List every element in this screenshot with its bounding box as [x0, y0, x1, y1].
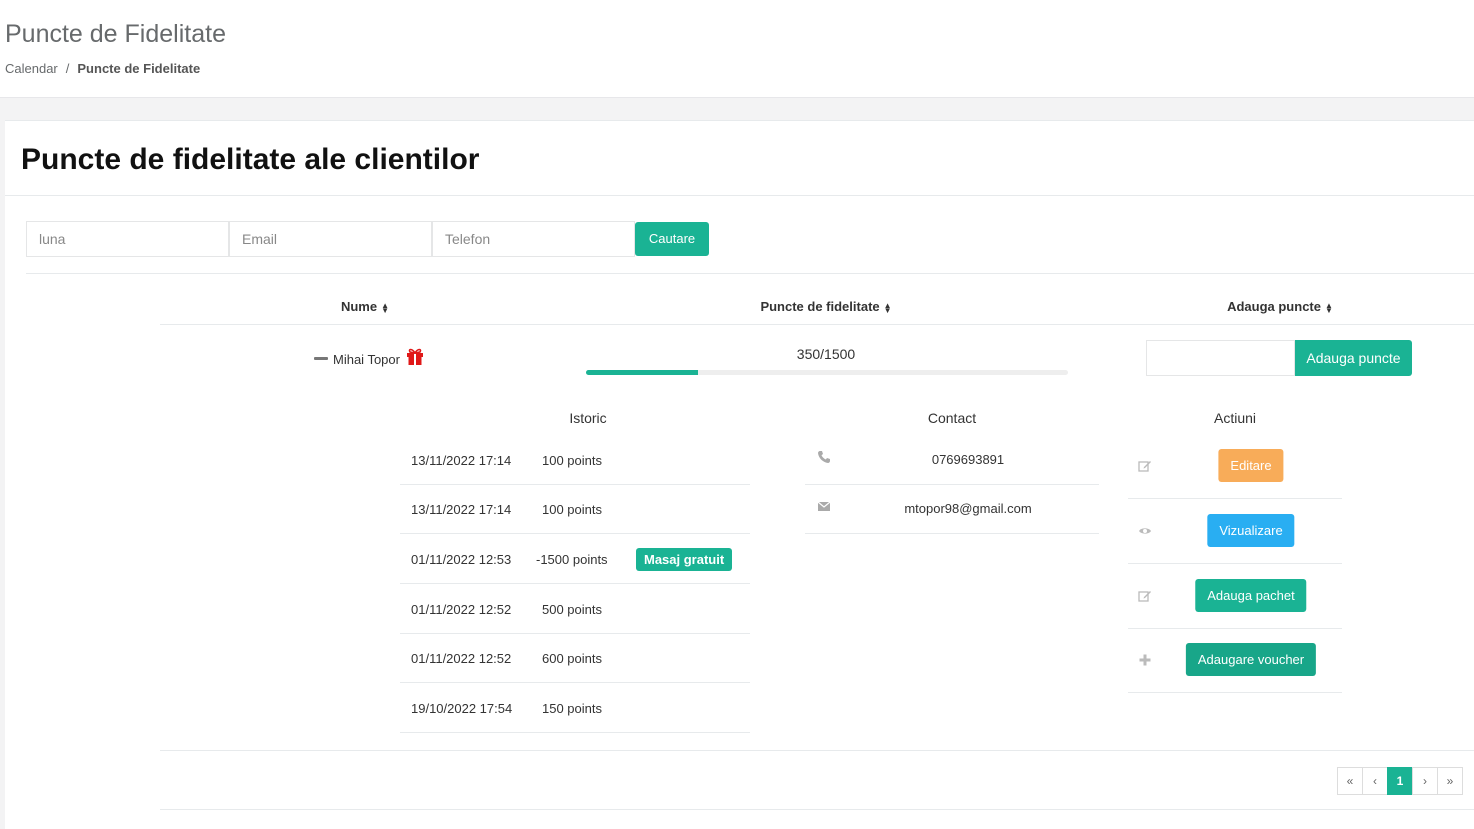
divider: [160, 809, 1474, 810]
add-voucher-button[interactable]: Adaugare voucher: [1185, 643, 1317, 676]
envelope-icon: [817, 501, 831, 511]
history-date: 19/10/2022 17:54: [411, 701, 513, 716]
edit-button[interactable]: Editare: [1218, 449, 1284, 482]
history-date: 13/11/2022 17:14: [411, 453, 512, 468]
actions-title: Actiuni: [1213, 410, 1257, 426]
history-date: 01/11/2022 12:52: [411, 651, 512, 666]
divider: [160, 750, 1474, 751]
history-row: 01/11/2022 12:53 -1500 points Masaj grat…: [400, 535, 750, 584]
history-row: 13/11/2022 17:14 100 points: [400, 485, 750, 534]
points-progress-fill: [586, 370, 699, 375]
history-row: 19/10/2022 17:54 150 points: [400, 684, 750, 733]
breadcrumb-calendar-link[interactable]: Calendar: [5, 61, 58, 76]
month-input[interactable]: [26, 221, 229, 257]
divider: [160, 324, 1474, 325]
add-points-button[interactable]: Adauga puncte: [1295, 340, 1412, 376]
history-points: 100 points: [542, 453, 602, 468]
sort-icon: ▲ ▼: [381, 300, 390, 315]
edit-icon: [1138, 461, 1151, 472]
history-points: 100 points: [542, 502, 602, 517]
pagination: « ‹ 1 › »: [1337, 767, 1463, 795]
action-row-view: Vizualizare: [1128, 499, 1342, 564]
page-first-button[interactable]: «: [1337, 767, 1363, 795]
breadcrumb-separator: /: [65, 61, 70, 76]
add-package-button[interactable]: Adauga pachet: [1195, 579, 1307, 612]
page-1-button[interactable]: 1: [1387, 767, 1413, 795]
view-button[interactable]: Vizualizare: [1207, 514, 1295, 547]
collapse-icon[interactable]: [314, 357, 328, 360]
history-row: 01/11/2022 12:52 600 points: [400, 634, 750, 683]
search-button[interactable]: Cautare: [635, 222, 709, 256]
history-points: 500 points: [542, 602, 602, 617]
email-input[interactable]: [229, 221, 432, 257]
divider: [5, 195, 1474, 196]
breadcrumb-current: Puncte de Fidelitate: [77, 61, 201, 76]
divider: [26, 273, 1474, 274]
phone-icon: [818, 451, 830, 463]
column-header-name[interactable]: Nume ▲ ▼: [341, 299, 389, 314]
contact-email-row: mtopor98@gmail.com: [805, 485, 1099, 534]
action-row-edit: Editare: [1128, 434, 1342, 499]
loyalty-card: Puncte de fidelitate ale clientilor Caut…: [5, 120, 1474, 829]
edit-icon: [1138, 591, 1151, 602]
action-row-add-package: Adauga pachet: [1128, 564, 1342, 629]
eye-icon: [1139, 528, 1151, 534]
history-title: Istoric: [569, 410, 607, 426]
points-progress-bar: [586, 370, 1068, 375]
contact-email: mtopor98@gmail.com: [904, 501, 1032, 516]
points-value: 350/1500: [796, 346, 856, 362]
reward-badge: Masaj gratuit: [636, 548, 733, 571]
history-points: -1500 points: [536, 552, 608, 567]
history-row: 01/11/2022 12:52 500 points: [400, 585, 750, 634]
contact-phone-row: 0769693891: [805, 436, 1099, 485]
page-title: Puncte de Fidelitate: [5, 20, 226, 48]
history-date: 13/11/2022 17:14: [411, 502, 512, 517]
history-date: 01/11/2022 12:53: [411, 552, 512, 567]
contact-title: Contact: [927, 410, 977, 426]
sort-icon: ▲ ▼: [1324, 300, 1333, 315]
history-date: 01/11/2022 12:52: [411, 602, 512, 617]
gift-icon: [407, 348, 423, 365]
history-points: 150 points: [542, 701, 602, 716]
action-row-add-voucher: Adaugare voucher: [1128, 628, 1342, 693]
history-row: 13/11/2022 17:14 100 points: [400, 436, 750, 485]
breadcrumb: Calendar / Puncte de Fidelitate: [5, 61, 200, 76]
sort-icon: ▲ ▼: [883, 300, 892, 315]
history-points: 600 points: [542, 651, 602, 666]
column-header-points[interactable]: Puncte de fidelitate ▲ ▼: [760, 299, 891, 314]
page-prev-button[interactable]: ‹: [1362, 767, 1388, 795]
page-next-button[interactable]: ›: [1412, 767, 1438, 795]
column-header-add-points[interactable]: Adauga puncte ▲ ▼: [1227, 299, 1333, 314]
page-header: Puncte de Fidelitate Calendar / Puncte de …: [0, 0, 1474, 98]
client-name: Mihai Topor: [333, 352, 400, 367]
plus-icon: [1139, 654, 1151, 666]
phone-input[interactable]: [432, 221, 635, 257]
add-points-input[interactable]: [1146, 340, 1295, 376]
page-last-button[interactable]: »: [1437, 767, 1463, 795]
contact-phone: 0769693891: [931, 452, 1005, 467]
card-title: Puncte de fidelitate ale clientilor: [21, 143, 480, 176]
